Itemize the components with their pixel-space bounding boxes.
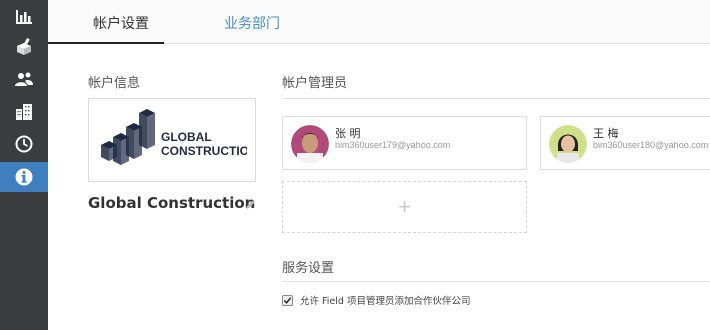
company-name: Global Construction	[88, 194, 256, 212]
sidebar-item-companies[interactable]	[0, 97, 48, 127]
bar-chart-icon	[16, 10, 32, 24]
logo-text-line2: CONSTRUCTION	[161, 144, 247, 158]
sidebar-item-reports[interactable]	[0, 2, 48, 32]
info-icon	[15, 168, 33, 186]
clock-icon	[15, 135, 33, 153]
add-admin-button[interactable]: +	[282, 181, 527, 233]
tab-bar: 帐户设置 业务部门	[48, 0, 710, 44]
sidebar-item-activity[interactable]	[0, 129, 48, 159]
tab-business-departments[interactable]: 业务部门	[224, 13, 280, 33]
admin-card[interactable]: 张 明 bim360user179@yahoo.com	[282, 116, 527, 170]
sidebar	[0, 0, 48, 330]
edit-pencil-icon[interactable]	[244, 196, 256, 209]
admin-name: 王 梅	[593, 127, 619, 140]
admin-name: 张 明	[335, 127, 361, 140]
company-logo: GLOBAL CONSTRUCTION	[88, 98, 256, 182]
divider	[282, 281, 710, 282]
allow-partner-companies-setting: 允许 Field 项目管理员添加合作伙伴公司	[282, 293, 470, 307]
tab-account-settings[interactable]: 帐户设置	[93, 13, 149, 33]
avatar	[549, 125, 587, 163]
checkmark-icon	[283, 296, 292, 304]
cube-pen-icon	[17, 38, 31, 55]
users-icon	[15, 72, 33, 86]
allow-partner-companies-label: 允许 Field 项目管理员添加合作伙伴公司	[300, 296, 471, 307]
divider	[282, 98, 710, 99]
service-settings-heading: 服务设置	[282, 261, 335, 276]
building-icon	[16, 104, 32, 120]
logo-text-line1: GLOBAL	[161, 130, 212, 144]
admin-card[interactable]: 王 梅 bim360user180@yahoo.com	[540, 116, 710, 170]
sidebar-item-settings[interactable]	[0, 162, 48, 192]
avatar	[291, 125, 329, 163]
admin-email: bim360user179@yahoo.com	[335, 140, 451, 150]
account-info-heading: 帐户信息	[88, 76, 141, 91]
sidebar-item-models[interactable]	[0, 32, 48, 62]
allow-partner-companies-checkbox[interactable]	[282, 294, 293, 306]
account-admins-heading: 帐户管理员	[282, 76, 348, 91]
active-tab-indicator	[48, 42, 164, 44]
sidebar-item-members[interactable]	[0, 64, 48, 94]
admin-email: bim360user180@yahoo.com	[593, 140, 709, 150]
plus-icon: +	[398, 194, 411, 219]
